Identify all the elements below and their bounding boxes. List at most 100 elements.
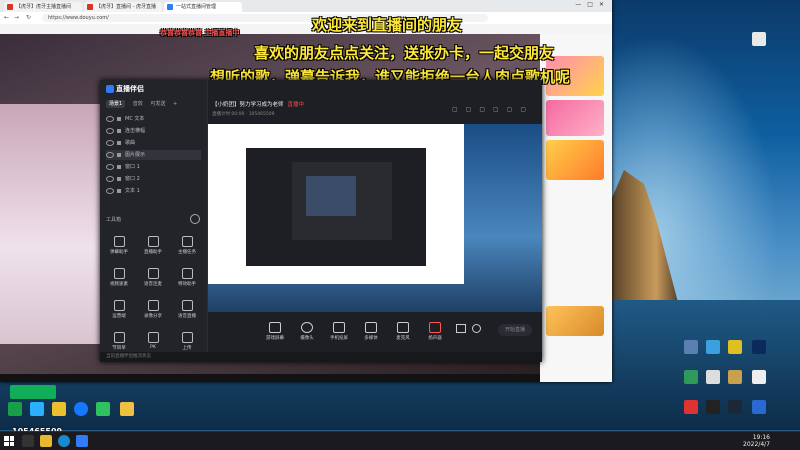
- desktop-icon-app[interactable]: [706, 370, 720, 384]
- tool-voice[interactable]: 语音连麦: [138, 268, 168, 287]
- visibility-icon[interactable]: [106, 187, 114, 194]
- forward-icon[interactable]: →: [14, 14, 19, 21]
- visibility-icon[interactable]: [106, 151, 114, 158]
- voice-icon: [181, 300, 193, 311]
- taskbar: 19:16 2022/4/7: [0, 431, 800, 450]
- tool-assistant[interactable]: 直播助手: [138, 236, 168, 255]
- favicon-icon: [87, 4, 93, 10]
- desktop-icon-app[interactable]: [96, 402, 110, 416]
- app-status-bar: 当前直播伴侣推流状态: [100, 352, 542, 362]
- lock-icon[interactable]: [117, 164, 121, 169]
- source-item[interactable]: 歌曲: [106, 138, 201, 148]
- lock-icon[interactable]: [117, 152, 121, 157]
- upload-icon: [181, 332, 193, 343]
- room-subtitle: 直播计时 00:00 · 105465509: [212, 112, 275, 117]
- add-phone-cast-button[interactable]: 手机投屏: [324, 322, 354, 341]
- source-item-selected[interactable]: 图片展示: [106, 150, 201, 160]
- lock-icon[interactable]: [117, 140, 121, 145]
- desktop-icon-app[interactable]: [52, 402, 66, 416]
- add-media-button[interactable]: 多媒体: [356, 322, 386, 341]
- tab-sound[interactable]: 音效: [133, 101, 143, 107]
- source-item[interactable]: 连击横幅: [106, 126, 201, 136]
- visibility-icon[interactable]: [106, 139, 114, 146]
- tool-task[interactable]: 主播任务: [172, 236, 202, 255]
- app-sidebar: 直播伴侣 场景1 音效 可发送 + MC 文本 连击横幅 歌曲 图片展示 窗口 …: [100, 80, 208, 362]
- lock-icon[interactable]: [117, 188, 121, 193]
- overlay-banner: 恭喜恭喜恭喜 主播直播中: [160, 29, 240, 37]
- overlay-follow-line: 喜欢的朋友点点关注，送张办卡，一起交朋友: [254, 44, 555, 62]
- chat-icon: [113, 236, 125, 247]
- mic-icon: [397, 322, 409, 333]
- desktop-icon-steam[interactable]: [728, 400, 742, 414]
- desktop-icon-app[interactable]: [752, 370, 766, 384]
- tool-effect[interactable]: 特效助手: [172, 268, 202, 287]
- record-icon[interactable]: [456, 324, 466, 333]
- browser-tab[interactable]: 【虎牙】直播间 - 虎牙直播: [84, 2, 162, 12]
- room-title[interactable]: 【小奶团】努力学习成为老师 直播中: [212, 100, 304, 108]
- desktop-icon-app[interactable]: [8, 402, 22, 416]
- source-item[interactable]: 窗口 1: [106, 162, 201, 172]
- desktop-icon-app[interactable]: [728, 370, 742, 384]
- clock[interactable]: 19:16 2022/4/7: [743, 434, 770, 448]
- phone-icon: [333, 322, 345, 333]
- tool-ops[interactable]: 运营端: [104, 300, 134, 319]
- stream-preview[interactable]: [208, 124, 542, 312]
- tool-voice-live[interactable]: 语音直播: [172, 300, 202, 319]
- desktop-icon-file[interactable]: [752, 32, 766, 46]
- settings-gear-icon[interactable]: [472, 324, 481, 333]
- tool-pk[interactable]: PK: [138, 332, 168, 350]
- back-icon[interactable]: ←: [4, 14, 9, 21]
- desktop-icon-app[interactable]: [74, 402, 88, 416]
- toolbox-settings-icon[interactable]: [190, 214, 200, 224]
- tool-program[interactable]: 节目单: [104, 332, 134, 351]
- visibility-icon[interactable]: [106, 175, 114, 182]
- gift-banner[interactable]: [546, 306, 604, 336]
- desktop-icon-photoshop[interactable]: [752, 340, 766, 354]
- favicon-icon: [167, 4, 173, 10]
- source-item[interactable]: 窗口 2: [106, 174, 201, 184]
- start-live-button[interactable]: 开始直播: [498, 324, 532, 336]
- tab-scene[interactable]: 场景1: [106, 100, 126, 108]
- desktop-icon-app[interactable]: [706, 400, 720, 414]
- visibility-icon[interactable]: [106, 115, 114, 122]
- lock-icon[interactable]: [117, 128, 121, 133]
- source-item[interactable]: 文本 1: [106, 186, 201, 196]
- edge-icon[interactable]: [58, 435, 70, 447]
- visibility-icon[interactable]: [106, 163, 114, 170]
- gift-banner[interactable]: [546, 100, 604, 136]
- start-icon[interactable]: [4, 436, 14, 446]
- speaker-button[interactable]: 扬声器: [420, 322, 450, 341]
- list-icon: [113, 332, 125, 343]
- desktop-icon-app[interactable]: [684, 400, 698, 414]
- desktop-icon-app[interactable]: [752, 400, 766, 414]
- app-icon[interactable]: [76, 435, 88, 447]
- lock-icon[interactable]: [117, 176, 121, 181]
- source-item[interactable]: MC 文本: [106, 114, 201, 124]
- header-tool-icons[interactable]: ▢▢▢▢▢▢: [452, 106, 534, 113]
- gift-banner[interactable]: [546, 140, 604, 180]
- folder-icon[interactable]: [40, 435, 52, 447]
- visibility-icon[interactable]: [106, 127, 114, 134]
- desktop-icon-app[interactable]: [30, 402, 44, 416]
- add-scene-icon[interactable]: +: [173, 101, 177, 107]
- browser-tab[interactable]: 【虎牙】虎牙主播直播间: [4, 2, 82, 12]
- add-camera-button[interactable]: 摄像头: [292, 322, 322, 341]
- tab-send[interactable]: 可发送: [150, 101, 165, 107]
- live-status-badge: 直播中: [287, 102, 305, 108]
- search-icon[interactable]: [22, 435, 34, 447]
- desktop-icon-app[interactable]: [706, 340, 720, 354]
- browser-tab-active[interactable]: 一站式直播间管理: [164, 2, 242, 12]
- window-controls[interactable]: —□✕: [575, 1, 610, 8]
- add-game-screen-button[interactable]: 游戏屏幕: [260, 322, 290, 341]
- tool-upload[interactable]: 上传: [172, 332, 202, 351]
- desktop-icon-app[interactable]: [728, 340, 742, 354]
- tool-danmu[interactable]: 弹幕助手: [104, 236, 134, 255]
- tool-video[interactable]: 视频速素: [104, 268, 134, 287]
- desktop-icon-app[interactable]: [684, 340, 698, 354]
- desktop-icon-app[interactable]: [684, 370, 698, 384]
- tool-record[interactable]: 录像分享: [138, 300, 168, 319]
- lock-icon[interactable]: [117, 116, 121, 121]
- microphone-button[interactable]: 麦克风: [388, 322, 418, 341]
- reload-icon[interactable]: ↻: [26, 14, 31, 21]
- desktop-icon-folder[interactable]: [120, 402, 134, 416]
